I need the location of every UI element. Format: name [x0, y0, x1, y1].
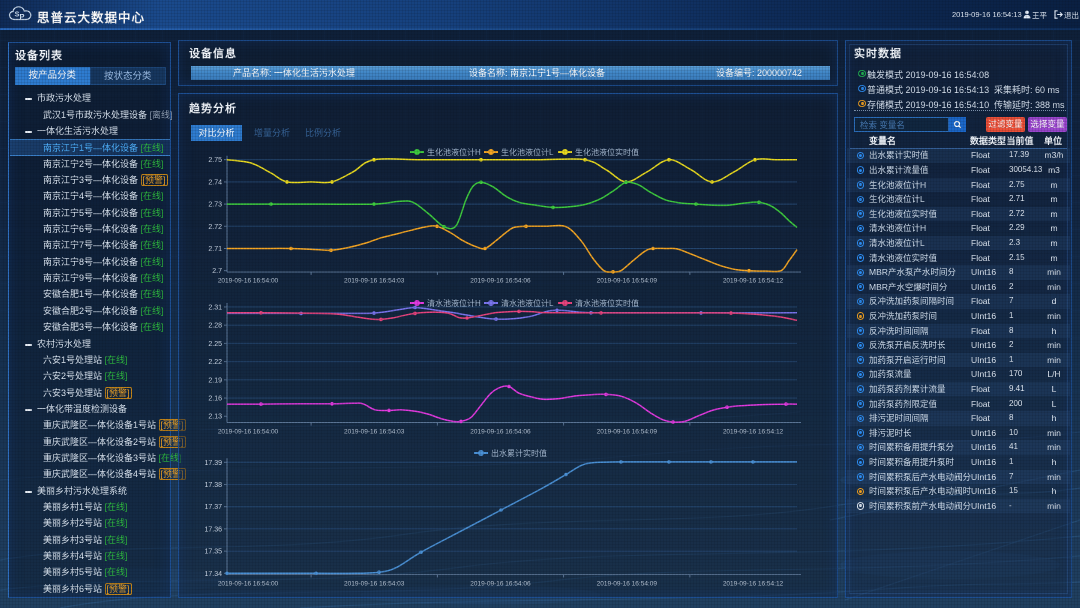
svg-text:17.35: 17.35	[204, 549, 222, 556]
svg-text:2019-09-16 16:54:00: 2019-09-16 16:54:00	[218, 278, 279, 285]
svg-text:2.74: 2.74	[208, 179, 222, 186]
svg-text:17.38: 17.38	[204, 482, 222, 489]
svg-text:2019-09-16 16:54:00: 2019-09-16 16:54:00	[218, 581, 279, 588]
svg-text:2.16: 2.16	[208, 396, 222, 403]
svg-text:2019-09-16 16:54:06: 2019-09-16 16:54:06	[470, 429, 531, 436]
svg-text:2.71: 2.71	[208, 246, 222, 253]
svg-text:清水池液位计L: 清水池液位计L	[501, 298, 554, 308]
svg-text:2.19: 2.19	[208, 377, 222, 384]
svg-text:2.22: 2.22	[208, 359, 222, 366]
svg-text:2.25: 2.25	[208, 341, 222, 348]
svg-text:生化池液位实时值: 生化池液位实时值	[575, 147, 639, 157]
svg-text:2019-09-16 16:54:12: 2019-09-16 16:54:12	[723, 278, 784, 285]
svg-text:2.7: 2.7	[212, 268, 222, 275]
svg-text:清水池液位计H: 清水池液位计H	[427, 298, 481, 308]
svg-text:17.36: 17.36	[204, 526, 222, 533]
svg-text:2019-09-16 16:54:12: 2019-09-16 16:54:12	[723, 581, 784, 588]
svg-text:2.75: 2.75	[208, 157, 222, 164]
svg-text:2019-09-16 16:54:12: 2019-09-16 16:54:12	[723, 429, 784, 436]
svg-text:17.34: 17.34	[204, 571, 222, 578]
svg-text:2019-09-16 16:54:06: 2019-09-16 16:54:06	[470, 278, 531, 285]
svg-text:出水累计实时值: 出水累计实时值	[491, 448, 547, 458]
svg-text:2019-09-16 16:54:03: 2019-09-16 16:54:03	[344, 278, 405, 285]
svg-text:2019-09-16 16:54:03: 2019-09-16 16:54:03	[344, 429, 405, 436]
svg-text:2.13: 2.13	[208, 414, 222, 421]
svg-text:2019-09-16 16:54:09: 2019-09-16 16:54:09	[597, 581, 658, 588]
svg-text:2019-09-16 16:54:09: 2019-09-16 16:54:09	[597, 429, 658, 436]
svg-text:2.72: 2.72	[208, 224, 222, 231]
svg-text:2.73: 2.73	[208, 202, 222, 209]
svg-text:2.28: 2.28	[208, 323, 222, 330]
svg-text:P: P	[20, 12, 25, 21]
svg-text:生化池液位计L: 生化池液位计L	[501, 147, 554, 157]
svg-text:17.39: 17.39	[204, 460, 222, 467]
svg-text:2019-09-16 16:54:00: 2019-09-16 16:54:00	[218, 429, 279, 436]
svg-text:17.37: 17.37	[204, 504, 222, 511]
svg-text:生化池液位计H: 生化池液位计H	[427, 147, 481, 157]
svg-text:2019-09-16 16:54:09: 2019-09-16 16:54:09	[597, 278, 658, 285]
svg-text:清水池液位实时值: 清水池液位实时值	[575, 298, 639, 308]
svg-text:2019-09-16 16:54:03: 2019-09-16 16:54:03	[344, 581, 405, 588]
svg-text:2019-09-16 16:54:06: 2019-09-16 16:54:06	[470, 581, 531, 588]
svg-text:2.31: 2.31	[208, 305, 222, 312]
